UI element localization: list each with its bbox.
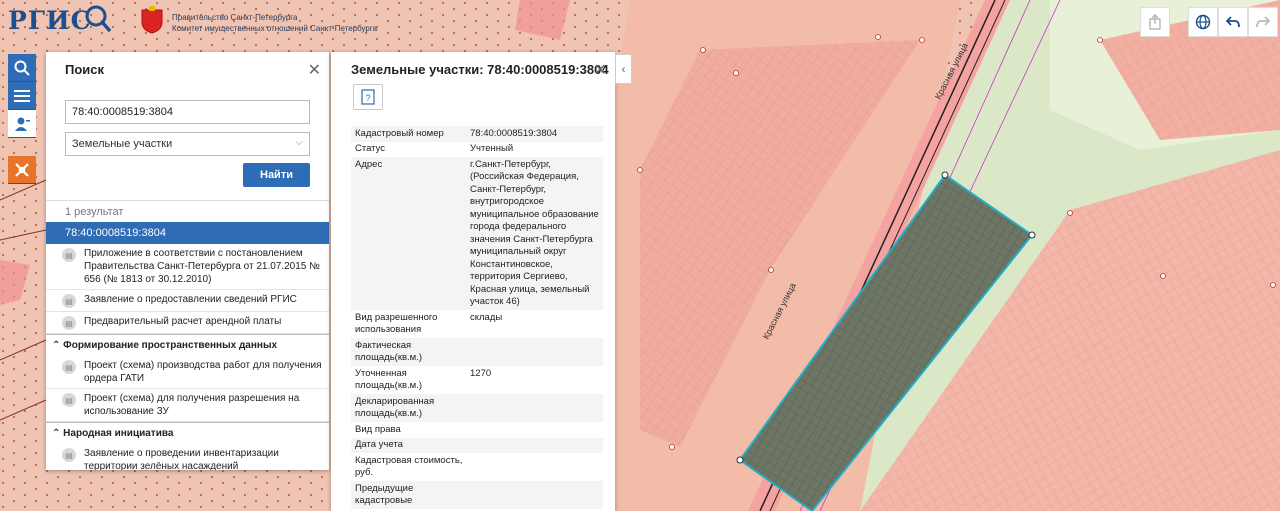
table-row: Кадастровая стоимость, руб. — [355, 454, 463, 479]
info-panel-title: Земельные участки: 78:40:0008519:3804 — [351, 62, 609, 77]
search-panel: Поиск ✕ Земельные участки ⌵ Найти 1 резу… — [46, 52, 329, 470]
info-panel: Земельные участки: 78:40:0008519:3804 ✕ … — [331, 52, 615, 511]
list-item[interactable]: ▤ Заявление о проведении инвентаризации т… — [46, 444, 329, 470]
menu-icon — [14, 89, 30, 102]
globe-button[interactable] — [1188, 7, 1218, 37]
result-count: 1 результат — [65, 206, 124, 218]
table-row: Вид права — [355, 423, 401, 435]
action-list: ▤ Приложение в соответствии с постановлен… — [46, 244, 329, 470]
document-icon: ▤ — [62, 248, 76, 262]
left-toolbar — [8, 54, 36, 184]
table-row: Вид разрешенного использования склады — [355, 311, 503, 336]
table-row: Адрес г.Санкт-Петербург, (Российская Феде… — [351, 157, 603, 310]
list-item[interactable]: ▤ Предварительный расчет арендной платы — [46, 312, 329, 334]
document-icon: ▤ — [62, 294, 76, 308]
document-icon: ▤ — [62, 448, 76, 462]
search-panel-title: Поиск — [65, 62, 105, 77]
info-help-button[interactable]: ? — [353, 84, 383, 110]
search-input[interactable] — [65, 100, 310, 124]
table-row: Статус Учтенный — [355, 143, 514, 154]
table-row: Кадастровый номер 78:40:0008519:3804 — [351, 126, 603, 142]
globe-icon — [1195, 14, 1211, 30]
close-icon[interactable]: ✕ — [308, 60, 321, 80]
redo-button[interactable] — [1248, 7, 1278, 37]
document-icon: ▤ — [62, 316, 76, 330]
document-icon: ▤ — [62, 393, 76, 407]
tools-button[interactable] — [8, 156, 36, 184]
table-row: Предыдущие кадастровые — [351, 481, 603, 509]
find-button[interactable]: Найти — [243, 163, 310, 187]
chevron-left-icon: ‹ — [621, 62, 626, 76]
section-header[interactable]: ⌃ Народная инициатива — [46, 422, 329, 444]
layers-menu-button[interactable] — [8, 82, 36, 110]
table-row: Дата учета — [351, 437, 603, 453]
result-item-selected[interactable]: 78:40:0008519:3804 — [46, 222, 329, 244]
spb-crest-icon — [141, 6, 163, 34]
table-row: Декларированная площадь(кв.м.) — [351, 394, 603, 422]
user-button[interactable] — [8, 110, 36, 138]
svg-text:?: ? — [365, 93, 370, 103]
search-button[interactable] — [8, 54, 36, 82]
list-item[interactable]: ▤ Проект (схема) для получения разрешения… — [46, 389, 329, 422]
undo-button[interactable] — [1218, 7, 1248, 37]
magnifier-logo-icon — [85, 5, 112, 33]
divider — [46, 200, 329, 201]
help-document-icon: ? — [361, 89, 375, 105]
list-item[interactable]: ▤ Заявление о предоставлении сведений РГИ… — [46, 290, 329, 312]
search-icon — [14, 60, 30, 76]
close-icon[interactable]: ✕ — [594, 60, 607, 80]
table-row: Уточненная площадь(кв.м.) 1270 — [355, 367, 492, 392]
share-icon — [1149, 14, 1161, 30]
redo-icon — [1256, 16, 1271, 28]
chevron-down-icon: ⌵ — [295, 137, 303, 148]
tools-icon — [15, 162, 29, 177]
list-item[interactable]: ▤ Проект (схема) производства работ для п… — [46, 356, 329, 389]
user-icon — [15, 117, 30, 131]
attributes-table: Кадастровый номер 78:40:0008519:3804 Стат… — [351, 126, 603, 509]
category-select[interactable]: Земельные участки ⌵ — [65, 132, 310, 156]
undo-icon — [1225, 16, 1240, 28]
app-logo[interactable]: РГИС — [8, 6, 92, 35]
list-item[interactable]: ▤ Приложение в соответствии с постановлен… — [46, 244, 329, 290]
app-header: РГИС Правительство Санкт-Петербурга Коми… — [0, 0, 400, 40]
gov-title: Правительство Санкт-Петербурга Комитет и… — [172, 13, 378, 33]
collapse-panel-button[interactable]: ‹ — [615, 54, 632, 84]
section-header[interactable]: ⌃ Формирование пространственных данных — [46, 334, 329, 356]
document-icon: ▤ — [62, 360, 76, 374]
table-row: Фактическая площадь(кв.м.) — [351, 338, 603, 366]
share-button[interactable] — [1140, 7, 1170, 37]
